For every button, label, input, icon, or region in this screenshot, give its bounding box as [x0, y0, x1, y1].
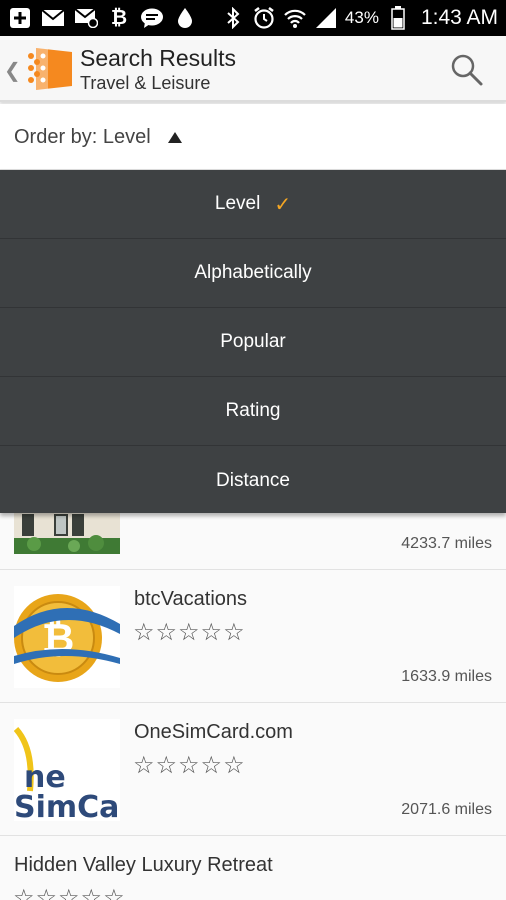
dropdown-item-label: Level: [214, 193, 261, 214]
rating-stars: ☆☆☆☆☆: [133, 619, 246, 646]
page-subtitle: Travel & Leisure: [80, 73, 211, 93]
status-bar: ₿ 43% 1:43 AM: [0, 0, 506, 36]
drop-icon: [173, 6, 197, 30]
page-title: Search Results: [80, 45, 236, 71]
bitcoin-icon: ₿: [110, 6, 128, 29]
clock-time: 1:43 AM: [420, 6, 498, 29]
chat-bubble-icon: [140, 6, 164, 30]
dropdown-item-distance[interactable]: Distance: [0, 446, 506, 515]
result-distance: 4233.7 miles: [401, 535, 492, 552]
sort-direction-icon[interactable]: [168, 132, 182, 143]
battery-percent: 43%: [344, 8, 379, 27]
plus-box-icon: [8, 6, 32, 30]
order-by-bar[interactable]: Order by: Level: [0, 104, 506, 170]
alarm-icon: [252, 6, 276, 30]
order-by-label: Order by: Level: [14, 126, 151, 148]
onesim-text-bottom: SimCa: [14, 790, 119, 821]
result-row[interactable]: ₿ btcVacations ☆☆☆☆☆ 1633.9 miles: [0, 570, 506, 703]
signal-icon: [314, 6, 338, 30]
house-photo: [14, 512, 120, 554]
dropdown-item-level[interactable]: Level ✓: [0, 170, 506, 239]
dropdown-item-alphabetically[interactable]: Alphabetically: [0, 239, 506, 308]
dropdown-item-label: Popular: [220, 331, 286, 352]
onesimcard-logo: ne SimCa: [14, 719, 120, 821]
rating-stars: ☆☆☆☆☆: [133, 752, 246, 779]
mail-icon: [41, 6, 65, 30]
app-logo[interactable]: [26, 46, 74, 92]
search-icon: [451, 54, 483, 86]
dropdown-item-rating[interactable]: Rating: [0, 377, 506, 446]
result-row[interactable]: ne SimCa OneSimCard.com ☆☆☆☆☆ 2071.6 mil…: [0, 703, 506, 836]
app-bar: ❮ Search Results Travel & Leisure: [0, 36, 506, 102]
result-name: btcVacations: [134, 588, 248, 610]
result-name: Hidden Valley Luxury Retreat: [14, 854, 273, 876]
back-chevron-icon[interactable]: ❮: [4, 58, 21, 83]
result-distance: 1633.9 miles: [401, 668, 492, 685]
dropdown-item-label: Distance: [216, 469, 290, 491]
battery-icon: [386, 6, 410, 30]
order-by-dropdown: Level ✓ Alphabetically Popular Rating Di…: [0, 170, 506, 513]
result-row[interactable]: Hidden Valley Luxury Retreat ☆☆☆☆☆: [0, 836, 506, 900]
search-button[interactable]: [449, 52, 485, 88]
rating-stars: ☆☆☆☆☆: [13, 885, 126, 900]
result-distance: 2071.6 miles: [401, 801, 492, 818]
dropdown-item-label: Rating: [225, 400, 281, 421]
bluetooth-icon: [221, 6, 245, 30]
mail-at-icon: [74, 6, 98, 30]
result-name: OneSimCard.com: [134, 721, 293, 743]
checkmark-icon: ✓: [274, 193, 292, 216]
dropdown-item-popular[interactable]: Popular: [0, 308, 506, 377]
dropdown-item-label: Alphabetically: [194, 262, 312, 283]
btcvacations-logo: ₿: [14, 586, 120, 688]
wifi-icon: [283, 6, 307, 30]
